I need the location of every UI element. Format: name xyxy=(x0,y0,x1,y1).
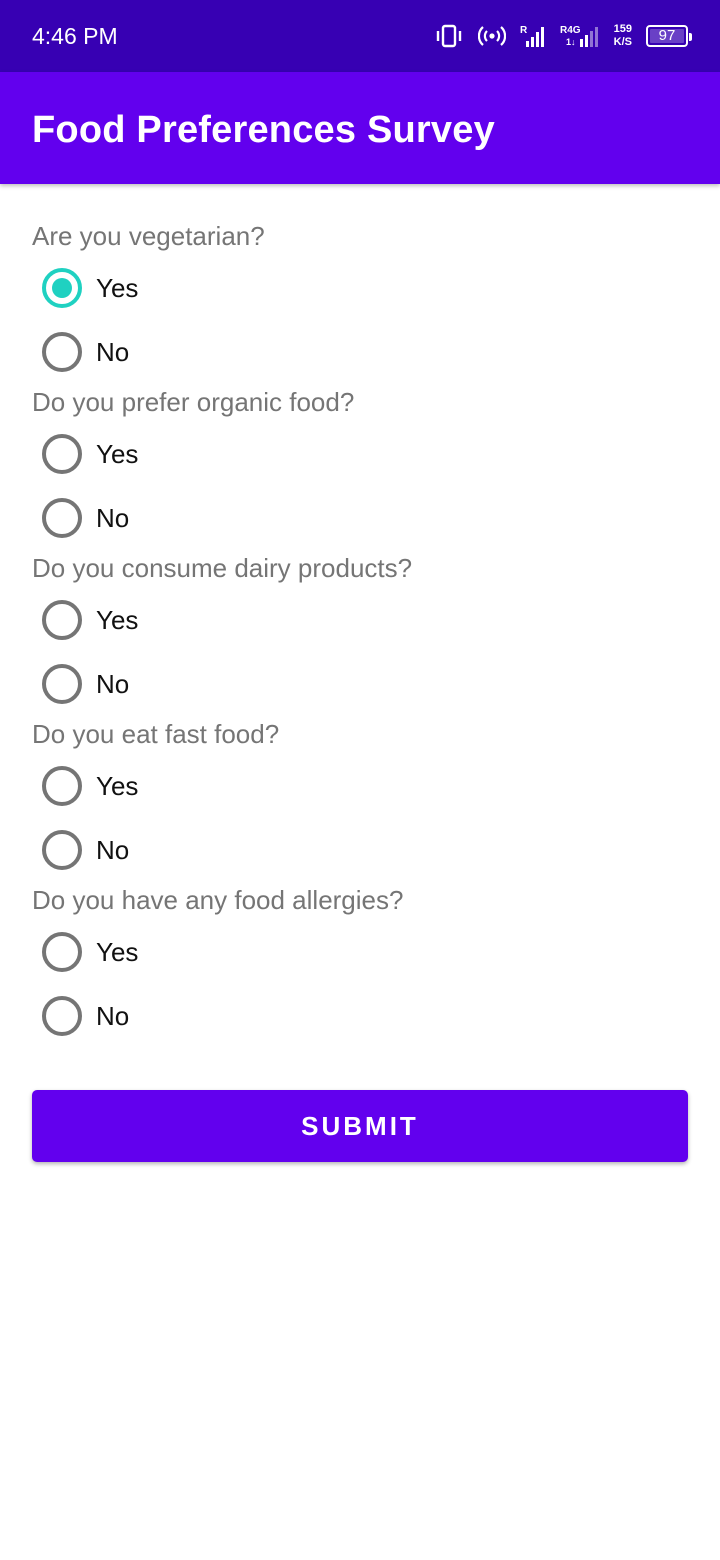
option-label: No xyxy=(96,337,130,367)
option-label: No xyxy=(96,503,130,533)
option-label: Yes xyxy=(96,605,139,635)
svg-text:R4G: R4G xyxy=(560,25,581,36)
vegetarian-no-radio[interactable]: No xyxy=(42,330,129,374)
survey-form: Are you vegetarian? Yes No Do you prefer… xyxy=(32,218,688,1048)
question-dairy: Do you consume dairy products? Yes No xyxy=(32,550,688,716)
status-icons: R R4G 1↓ 159 K/S 97 xyxy=(434,20,692,52)
network-speed: 159 K/S xyxy=(614,23,632,49)
signal-r4g-icon: R4G 1↓ xyxy=(560,23,600,49)
option-label: Yes xyxy=(96,937,139,967)
svg-text:1↓: 1↓ xyxy=(566,37,576,47)
option-label: No xyxy=(96,669,130,699)
submit-label: SUBMIT xyxy=(301,1110,419,1141)
status-bar: 4:46 PM R R4G 1↓ 159 K/S 97 xyxy=(0,0,720,72)
radio-unchecked-icon[interactable] xyxy=(42,498,82,538)
option-label: No xyxy=(96,1001,130,1031)
organic-no-radio[interactable]: No xyxy=(42,496,129,540)
signal-r-icon: R xyxy=(520,23,546,49)
dairy-no-radio[interactable]: No xyxy=(42,662,129,706)
submit-button[interactable]: SUBMIT xyxy=(32,1090,688,1162)
question-vegetarian: Are you vegetarian? Yes No xyxy=(32,218,688,384)
fast-food-yes-radio[interactable]: Yes xyxy=(42,764,138,808)
option-label: No xyxy=(96,835,130,865)
allergies-yes-radio[interactable]: Yes xyxy=(42,930,138,974)
radio-checked-icon[interactable] xyxy=(42,268,82,308)
organic-yes-radio[interactable]: Yes xyxy=(42,432,138,476)
battery-icon: 97 xyxy=(646,25,692,47)
radio-unchecked-icon[interactable] xyxy=(42,434,82,474)
question-label: Are you vegetarian? xyxy=(32,221,265,251)
question-label: Do you eat fast food? xyxy=(32,719,280,749)
radio-unchecked-icon[interactable] xyxy=(42,664,82,704)
question-organic: Do you prefer organic food? Yes No xyxy=(32,384,688,550)
fast-food-no-radio[interactable]: No xyxy=(42,828,129,872)
hotspot-icon xyxy=(477,24,506,48)
radio-unchecked-icon[interactable] xyxy=(42,996,82,1036)
allergies-no-radio[interactable]: No xyxy=(42,994,129,1038)
question-fast-food: Do you eat fast food? Yes No xyxy=(32,716,688,882)
radio-unchecked-icon[interactable] xyxy=(42,932,82,972)
radio-unchecked-icon[interactable] xyxy=(42,766,82,806)
svg-text:R: R xyxy=(520,25,528,36)
vibrate-icon xyxy=(434,24,464,48)
radio-unchecked-icon[interactable] xyxy=(42,600,82,640)
page-title: Food Preferences Survey xyxy=(32,109,495,151)
status-time: 4:46 PM xyxy=(32,23,118,49)
question-allergies: Do you have any food allergies? Yes No xyxy=(32,882,688,1048)
option-label: Yes xyxy=(96,771,139,801)
option-label: Yes xyxy=(96,439,139,469)
radio-unchecked-icon[interactable] xyxy=(42,332,82,372)
radio-unchecked-icon[interactable] xyxy=(42,830,82,870)
battery-level: 97 xyxy=(658,27,676,44)
dairy-yes-radio[interactable]: Yes xyxy=(42,598,138,642)
question-label: Do you consume dairy products? xyxy=(32,553,413,583)
network-speed-value: 159 xyxy=(613,23,632,35)
question-label: Do you have any food allergies? xyxy=(32,885,404,915)
question-label: Do you prefer organic food? xyxy=(32,387,355,417)
network-speed-unit: K/S xyxy=(613,36,632,48)
vegetarian-yes-radio[interactable]: Yes xyxy=(42,266,138,310)
option-label: Yes xyxy=(96,273,139,303)
app-bar: Food Preferences Survey xyxy=(0,72,720,184)
